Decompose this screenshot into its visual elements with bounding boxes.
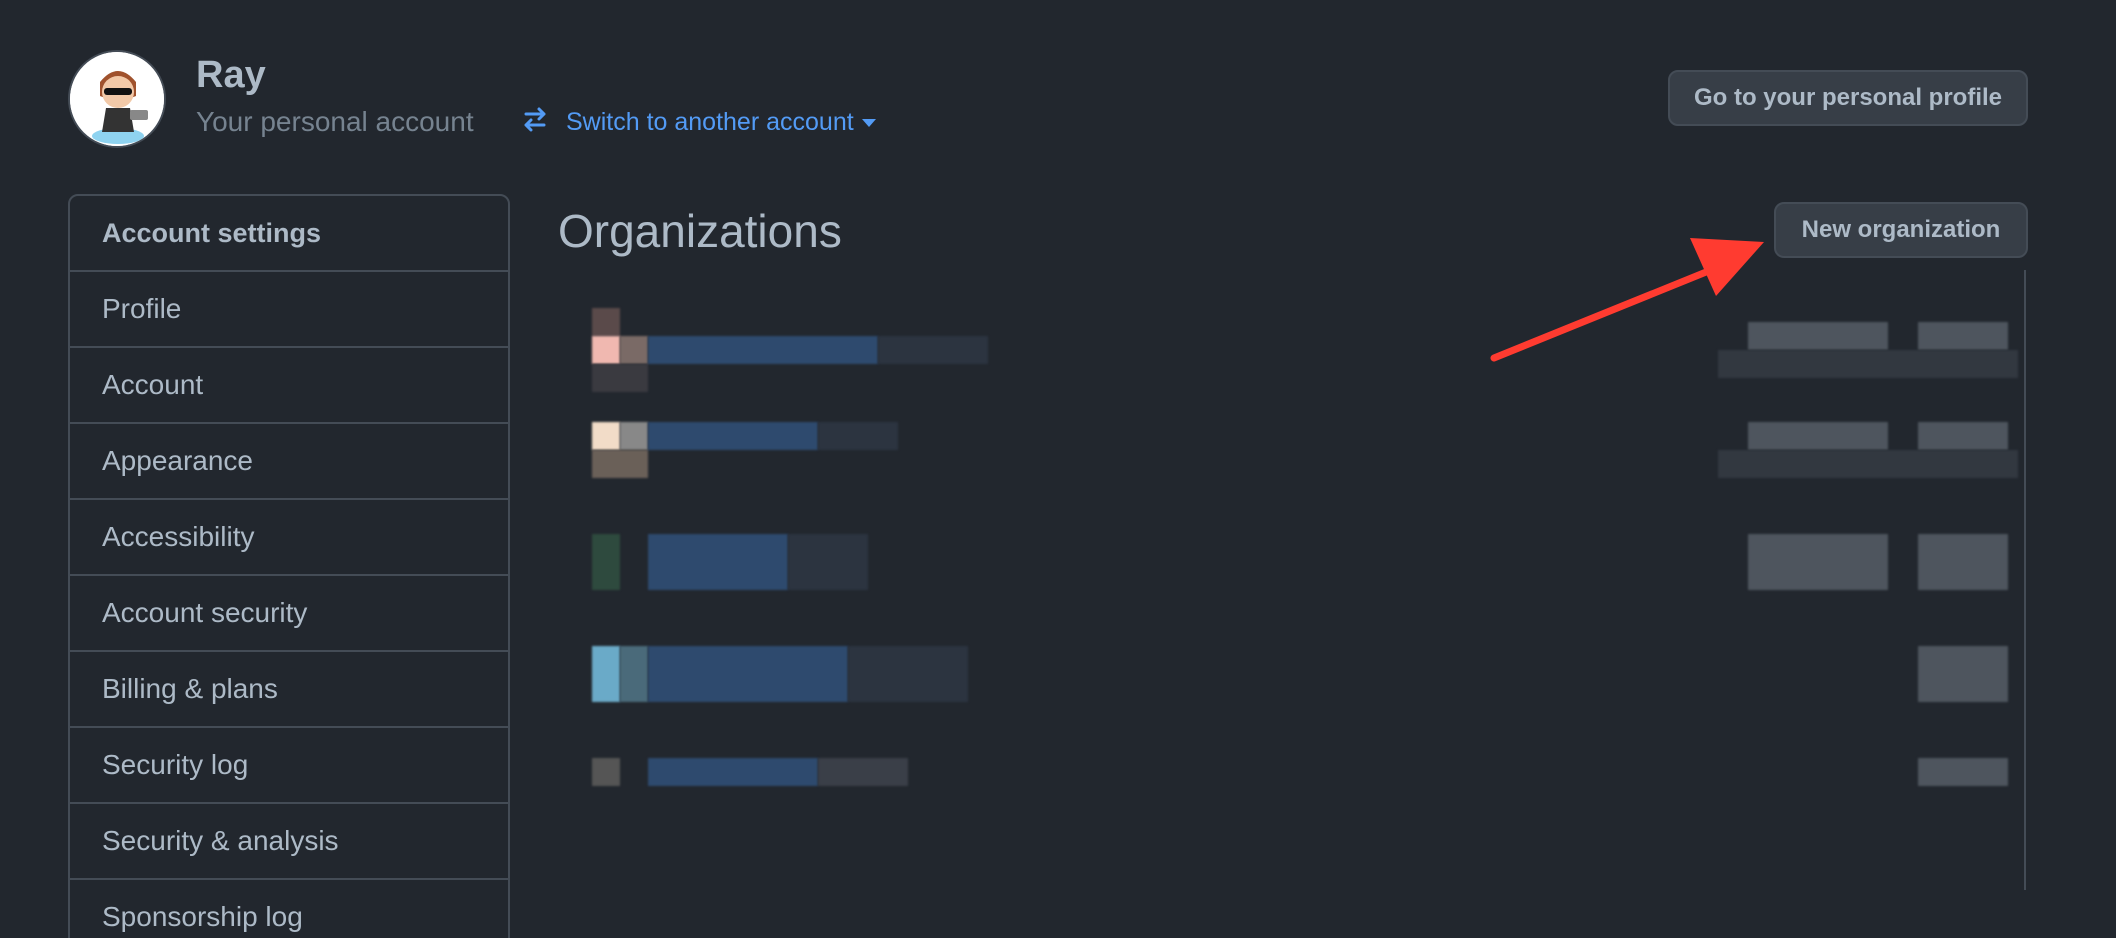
sidebar-item-security-log[interactable]: Security log	[70, 728, 508, 804]
page-title: Organizations	[558, 205, 842, 257]
sidebar-item-sponsorship-log[interactable]: Sponsorship log	[70, 880, 508, 938]
new-organization-button[interactable]: New organization	[1774, 202, 2028, 258]
sidebar-item-account-security[interactable]: Account security	[70, 576, 508, 652]
sidebar-item-security-analysis[interactable]: Security & analysis	[70, 804, 508, 880]
list-item[interactable]	[558, 506, 2026, 618]
settings-sidebar: Account settings Profile Account Appeara…	[68, 194, 510, 938]
settings-page: Ray Your personal account Switch to anot…	[0, 0, 2116, 938]
user-avatar[interactable]	[68, 50, 166, 148]
list-item[interactable]	[558, 618, 2026, 730]
user-name: Ray	[196, 54, 266, 96]
list-item[interactable]	[558, 280, 2026, 392]
sidebar-item-billing-plans[interactable]: Billing & plans	[70, 652, 508, 728]
organizations-list-pixelated	[558, 270, 2026, 890]
sidebar-item-appearance[interactable]: Appearance	[70, 424, 508, 500]
octocat-avatar-image	[70, 52, 164, 146]
user-subtitle: Your personal account	[196, 106, 474, 137]
caret-down-icon	[861, 118, 876, 127]
sidebar-item-accessibility[interactable]: Accessibility	[70, 500, 508, 576]
sidebar-item-account[interactable]: Account	[70, 348, 508, 424]
sidebar-header-account-settings: Account settings	[70, 196, 508, 272]
sidebar-item-profile[interactable]: Profile	[70, 272, 508, 348]
switch-account-link[interactable]: Switch to another account	[520, 104, 876, 141]
list-item[interactable]	[558, 394, 2026, 506]
switch-account-label: Switch to another account	[566, 108, 854, 136]
red-arrow-annotation	[1490, 238, 1764, 362]
go-to-profile-button[interactable]: Go to your personal profile	[1668, 70, 2028, 126]
list-item[interactable]	[558, 730, 2026, 842]
arrow-switch-icon	[520, 104, 550, 141]
